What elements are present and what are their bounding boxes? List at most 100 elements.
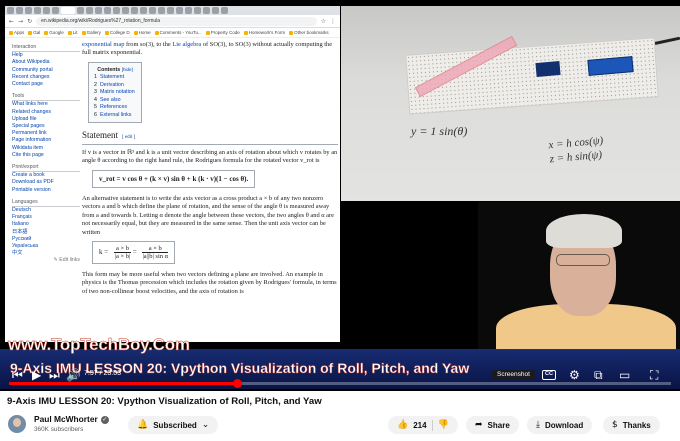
sidebar-link[interactable]: Community portal (12, 67, 80, 74)
captions-button[interactable]: CC (542, 370, 556, 380)
play-icon[interactable]: ▶ (32, 368, 41, 382)
language-link[interactable]: 中文 (12, 250, 80, 257)
browser-tab[interactable] (185, 7, 192, 14)
browser-tab[interactable] (113, 7, 120, 14)
browser-tab[interactable] (167, 7, 174, 14)
sidebar-link[interactable]: Upload file (12, 116, 80, 123)
video-player[interactable]: ← → ↻ en.wikipedia.org/wiki/Rodrigues%27… (0, 0, 680, 391)
download-button[interactable]: ⤓ Download (527, 416, 593, 434)
browser-tab[interactable] (194, 7, 201, 14)
edit-links-link[interactable]: ✎ Edit links (12, 257, 80, 264)
sidebar-link[interactable]: Recent changes (12, 74, 80, 81)
browser-tab[interactable] (122, 7, 129, 14)
bookmark-item[interactable]: Apps (9, 29, 24, 36)
sidebar-link[interactable]: Download as PDF (12, 179, 80, 186)
channel-name[interactable]: Paul McWhorter ✓ (34, 414, 109, 424)
toc-item[interactable]: 6 External links (94, 112, 136, 120)
browser-tab[interactable] (95, 7, 102, 14)
forward-icon[interactable]: → (18, 18, 23, 25)
bookmark-item[interactable]: College D (104, 29, 130, 36)
sidebar-link[interactable]: About Wikipedia (12, 59, 80, 66)
previous-icon[interactable]: ⏮ (12, 368, 23, 382)
exponential-map-link[interactable]: exponential map (82, 41, 124, 48)
dislike-icon[interactable]: 👎 (438, 420, 449, 430)
toc-item[interactable]: 3 Matrix notation (94, 89, 136, 97)
miniplayer-icon[interactable]: ⧉ (594, 368, 603, 382)
browser-tab[interactable] (131, 7, 138, 14)
sidebar-link[interactable]: Permanent link (12, 130, 80, 137)
toc-hide-link[interactable]: [hide] (122, 67, 133, 72)
theater-icon[interactable]: ▭ (619, 368, 630, 382)
star-icon[interactable]: ☆ (321, 18, 326, 25)
language-link[interactable]: Українська (12, 243, 80, 250)
bookmark-item[interactable]: Other bookmarks (289, 29, 329, 36)
browser-tab[interactable] (86, 7, 93, 14)
sidebar-link[interactable]: Wikidata item (12, 145, 80, 152)
toc-item[interactable]: 5 References (94, 104, 136, 112)
language-link[interactable]: Français (12, 214, 80, 221)
sidebar-link[interactable]: Printable version (12, 187, 80, 194)
sidebar-link[interactable]: What links here (12, 101, 80, 108)
sidebar-link[interactable]: Special pages (12, 123, 80, 130)
bookmark-item[interactable]: Property Code (205, 29, 240, 36)
sidebar-link[interactable]: Related changes (12, 109, 80, 116)
menu-icon[interactable]: ⋮ (330, 18, 336, 25)
browser-tab[interactable] (104, 7, 111, 14)
url-field[interactable]: en.wikipedia.org/wiki/Rodrigues%27_rotat… (36, 16, 317, 26)
browser-tab[interactable] (7, 7, 14, 14)
browser-tab[interactable] (149, 7, 156, 14)
bookmark-icon (9, 30, 13, 35)
browser-tab-active[interactable] (61, 7, 75, 14)
language-link[interactable]: Deutsch (12, 207, 80, 214)
channel-avatar[interactable] (8, 415, 26, 433)
volume-icon[interactable]: 🔊 (66, 368, 81, 382)
bookmark-item[interactable]: Gal (28, 29, 40, 36)
section-edit-link[interactable]: [ edit ] (122, 135, 135, 140)
browser-tab[interactable] (52, 7, 59, 14)
presenter-hair (546, 214, 622, 248)
next-icon[interactable]: ⏭ (49, 368, 60, 382)
toc-item[interactable]: 4 See also (94, 97, 136, 105)
bookmark-item[interactable]: Gallery (81, 29, 101, 36)
back-icon[interactable]: ← (9, 18, 14, 25)
browser-tab[interactable] (221, 7, 228, 14)
sidebar-link[interactable]: Contact page (12, 81, 80, 88)
browser-tab[interactable] (158, 7, 165, 14)
bookmark-item[interactable]: Comments - YouTu... (154, 29, 202, 36)
reload-icon[interactable]: ↻ (27, 18, 32, 25)
browser-tab[interactable] (43, 7, 50, 14)
toc-item[interactable]: 1 Statement (94, 74, 136, 82)
browser-tab[interactable] (212, 7, 219, 14)
sidebar-link[interactable]: Help (12, 52, 80, 59)
fullscreen-icon[interactable]: ⛶ (650, 368, 658, 382)
language-link[interactable]: 日本語 (12, 229, 80, 236)
chevron-down-icon: ⌄ (201, 420, 210, 430)
browser-tab[interactable] (25, 7, 32, 14)
sidebar-link[interactable]: Page information (12, 137, 80, 144)
like-icon[interactable]: 👍 (397, 420, 408, 430)
bookmark-icon (67, 30, 72, 35)
browser-tab[interactable] (77, 7, 84, 14)
browser-tab[interactable] (176, 7, 183, 14)
language-link[interactable]: Italiano (12, 221, 80, 228)
lie-algebra-link[interactable]: Lie algebra (172, 41, 201, 48)
bookmark-item[interactable]: Lit (67, 29, 78, 36)
bookmark-item[interactable]: Home (133, 29, 151, 36)
subscribe-button[interactable]: 🔔 Subscribed ⌄ (128, 416, 219, 434)
browser-tab[interactable] (16, 7, 23, 14)
toc-item[interactable]: 2 Derivation (94, 82, 136, 90)
share-button[interactable]: ➦ Share (466, 416, 519, 434)
bookmark-item[interactable]: Google (44, 29, 64, 36)
browser-tab[interactable] (34, 7, 41, 14)
imu-sensor (535, 60, 561, 78)
settings-icon[interactable]: ⚙ (569, 368, 580, 382)
browser-tab[interactable] (140, 7, 147, 14)
sidebar-link[interactable]: Create a book (12, 172, 80, 179)
browser-tab[interactable] (203, 7, 210, 14)
screenshot-tooltip: Screenshot (492, 370, 535, 379)
language-link[interactable]: Русский (12, 236, 80, 243)
sidebar-link[interactable]: Cite this page (12, 152, 80, 159)
thanks-button[interactable]: $ Thanks (603, 416, 660, 434)
bookmark-item[interactable]: Homework's Form (243, 29, 285, 36)
like-count[interactable]: 214 (413, 421, 426, 430)
